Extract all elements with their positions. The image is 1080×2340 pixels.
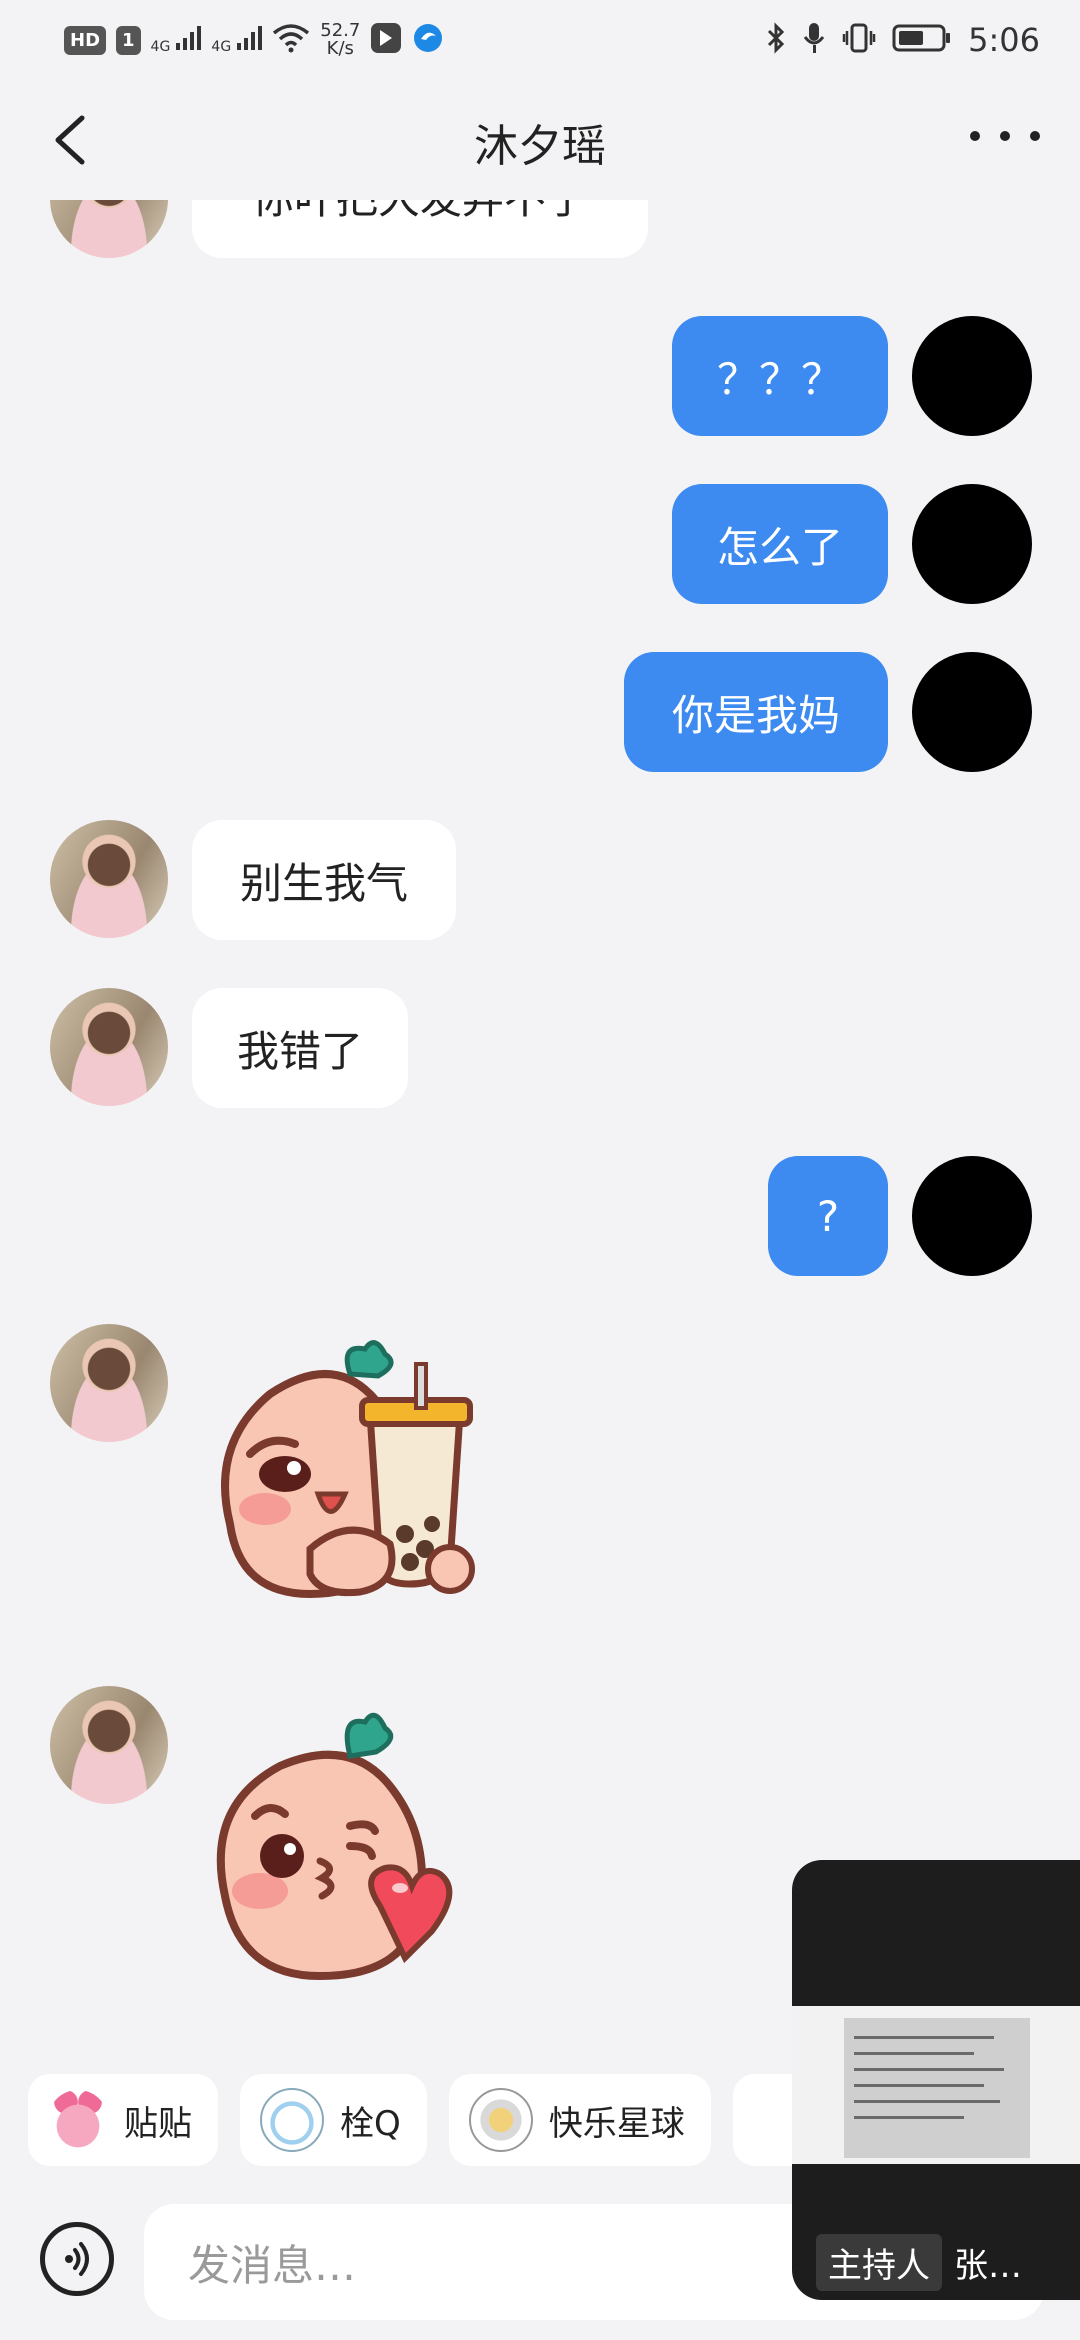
message-row: 你叶把大发弃不了	[0, 200, 1080, 260]
message-row: 你是我妈	[0, 652, 1080, 772]
my-avatar[interactable]	[912, 1156, 1032, 1276]
message-row: 我错了	[0, 988, 1080, 1108]
battery-icon	[892, 23, 952, 57]
app-notification-icon	[370, 22, 402, 58]
chat-title: 沐夕瑶	[474, 121, 606, 172]
message-row: 怎么了	[0, 484, 1080, 604]
sim-badge: 1	[116, 25, 141, 55]
network-speed-unit: K/s	[326, 38, 354, 59]
my-avatar[interactable]	[912, 652, 1032, 772]
status-right: 5:06	[766, 18, 1040, 62]
more-dot-icon	[1030, 131, 1040, 141]
browser-notification-icon	[412, 22, 444, 58]
shared-document-preview	[844, 2018, 1030, 2158]
bluetooth-icon	[766, 22, 786, 58]
host-tag: 主持人	[816, 2234, 942, 2291]
message-row: 别生我气	[0, 820, 1080, 940]
message-input-placeholder: 发消息…	[188, 2240, 357, 2290]
contact-avatar[interactable]	[50, 820, 168, 938]
participant-name: 张…	[954, 2246, 1022, 2286]
voice-input-button[interactable]	[40, 2222, 114, 2296]
status-bar: HD 1 4G 4G 52.7 K/s 5:06	[0, 0, 1080, 80]
document-text-line	[854, 2100, 1000, 2103]
my-avatar[interactable]	[912, 484, 1032, 604]
quick-chip[interactable]: 栓Q	[240, 2074, 427, 2166]
wifi-icon	[272, 23, 310, 57]
more-options-button[interactable]	[970, 116, 1040, 156]
clock: 5:06	[968, 21, 1040, 59]
status-left: HD 1 4G 4G 52.7 K/s	[64, 18, 444, 62]
voice-wave-icon	[65, 2242, 89, 2276]
peach-bubble-tea-sticker[interactable]	[200, 1334, 500, 1624]
message-row: ?	[0, 1156, 1080, 1276]
pink-bunny-icon	[48, 2090, 108, 2150]
hd-badge: HD	[64, 25, 107, 55]
astronaut-icon	[468, 2088, 533, 2152]
document-text-line	[854, 2052, 974, 2055]
peach-kiss-heart-sticker[interactable]	[200, 1696, 500, 1986]
chat-header: 沐夕瑶	[0, 80, 1080, 200]
document-text-line	[854, 2116, 964, 2119]
quick-chip-label: 贴贴	[124, 2103, 192, 2144]
contact-avatar[interactable]	[50, 1324, 168, 1442]
more-dot-icon	[1000, 131, 1010, 141]
message-bubble-incoming[interactable]: 你叶把大发弃不了	[192, 200, 648, 258]
network-type-label-2: 4G	[211, 39, 232, 55]
contact-avatar[interactable]	[50, 200, 168, 258]
cow-icon	[260, 2088, 324, 2152]
message-bubble-incoming[interactable]: 别生我气	[192, 820, 456, 940]
quick-chip[interactable]: 贴贴	[28, 2074, 218, 2166]
signal-icon: 4G	[151, 25, 202, 55]
network-speed: 52.7 K/s	[320, 22, 360, 58]
quick-chip-bar[interactable]: 贴贴 栓Q 快乐星球	[28, 2074, 813, 2166]
quick-chip-label: 快乐星球	[548, 2103, 685, 2144]
more-dot-icon	[970, 131, 980, 141]
quick-chip-label: 栓Q	[340, 2103, 401, 2144]
my-avatar[interactable]	[912, 316, 1032, 436]
message-row	[0, 1324, 1080, 1624]
message-bubble-outgoing[interactable]: 怎么了	[672, 484, 888, 604]
network-type-label: 4G	[150, 39, 171, 55]
contact-avatar[interactable]	[50, 1686, 168, 1804]
message-bubble-outgoing[interactable]: 你是我妈	[624, 652, 888, 772]
message-bubble-outgoing[interactable]: ?	[768, 1156, 888, 1276]
signal-icon-2: 4G	[211, 25, 263, 55]
document-text-line	[854, 2068, 1004, 2071]
message-bubble-outgoing[interactable]: ？？？	[672, 316, 888, 436]
message-list[interactable]: 你叶把大发弃不了 ？？？ 怎么了 你是我妈 别生我气 我错了 ?	[0, 200, 1080, 2045]
document-text-line	[854, 2084, 984, 2087]
microphone-icon	[802, 21, 826, 59]
quick-chip[interactable]: 快乐星球	[448, 2074, 711, 2166]
document-text-line	[854, 2036, 994, 2039]
floating-meeting-window[interactable]: 主持人 张…	[792, 1860, 1080, 2300]
shared-screen-preview	[792, 2006, 1080, 2164]
participant-label: 主持人 张…	[816, 2234, 1022, 2291]
message-row: ？？？	[0, 316, 1080, 436]
message-bubble-incoming[interactable]: 我错了	[192, 988, 408, 1108]
contact-avatar[interactable]	[50, 988, 168, 1106]
vibrate-icon	[842, 22, 876, 58]
